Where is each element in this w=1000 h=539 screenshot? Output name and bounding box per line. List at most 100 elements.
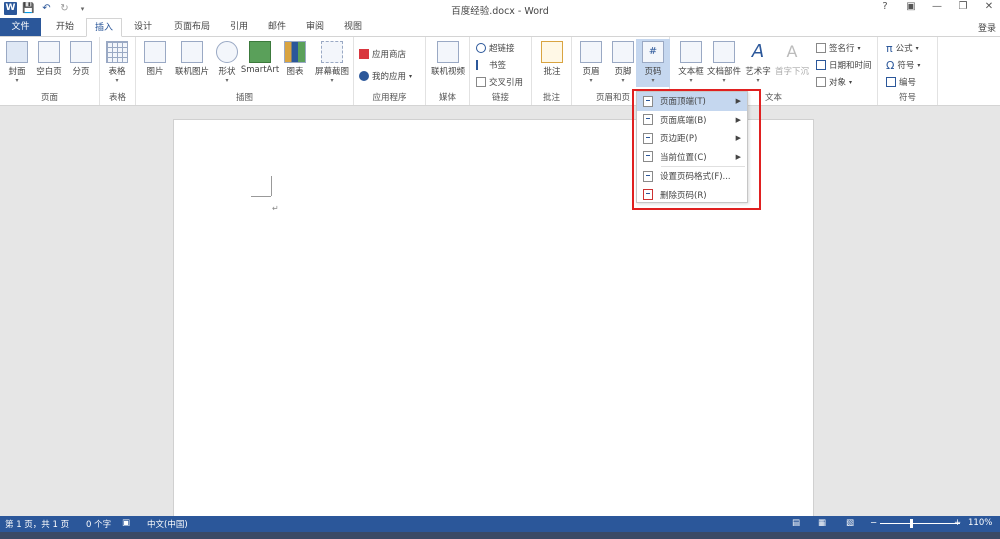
web-layout-icon[interactable]: ▧ [846, 518, 854, 528]
word-count[interactable]: 0 个字 [86, 518, 111, 530]
menu-item-label: 当前位置(C) [660, 152, 707, 163]
comment-button[interactable]: 批注 [535, 41, 569, 77]
smartart-label: SmartArt [240, 65, 280, 75]
menu-item-current-position[interactable]: 当前位置(C) ▶ [637, 148, 747, 167]
restore-icon[interactable]: ❐ [956, 1, 970, 12]
language[interactable]: 中文(中国) [147, 518, 188, 530]
paragraph-mark-icon: ↵ [272, 204, 279, 213]
group-comments: 批注 批注 [532, 37, 572, 105]
online-video-button[interactable]: 联机视频 [428, 41, 468, 77]
wordart-label: 艺术字 [745, 67, 771, 77]
tab-insert[interactable]: 插入 [86, 18, 122, 37]
wordart-icon: A [751, 41, 765, 62]
print-layout-icon[interactable]: ▦ [818, 518, 826, 528]
hyperlink-button[interactable]: 超链接 [476, 42, 515, 54]
date-time-label: 日期和时间 [829, 61, 872, 71]
tab-page-layout[interactable]: 页面布局 [166, 18, 218, 37]
cross-reference-button[interactable]: 交叉引用 [476, 76, 523, 88]
smartart-button[interactable]: SmartArt [240, 41, 280, 75]
group-links-label: 链接 [491, 93, 509, 103]
read-mode-icon[interactable]: ▤ [792, 518, 800, 528]
drop-cap-button[interactable]: A 首字下沉 [772, 41, 812, 77]
text-box-icon [680, 41, 702, 63]
chart-button[interactable]: 图表 [278, 41, 312, 77]
header-button[interactable]: 页眉 ▾ [574, 41, 608, 84]
comment-icon [541, 41, 563, 63]
online-pictures-button[interactable]: 联机图片 [172, 41, 212, 77]
close-icon[interactable]: ✕ [982, 1, 996, 12]
menu-item-label: 页面顶端(T) [660, 97, 706, 108]
zoom-slider-thumb[interactable] [910, 519, 913, 528]
login-link[interactable]: 登录 [978, 21, 996, 34]
header-label: 页眉 [582, 67, 600, 77]
quick-parts-button[interactable]: 文档部件 ▾ [704, 41, 744, 84]
tab-file[interactable]: 文件 [0, 18, 41, 37]
cross-reference-label: 交叉引用 [489, 78, 524, 88]
wordart-button[interactable]: A 艺术字 ▾ [740, 41, 776, 84]
zoom-out-icon[interactable]: − [870, 518, 877, 528]
cover-page-label: 封面 [8, 67, 26, 77]
drop-cap-label: 首字下沉 [774, 67, 809, 77]
menu-item-label: 删除页码(R) [660, 190, 707, 201]
table-button[interactable]: 表格 ▾ [100, 41, 134, 84]
screenshot-button[interactable]: 屏幕截图 ▾ [310, 41, 354, 84]
footer-label: 页脚 [614, 67, 632, 77]
tab-review[interactable]: 审阅 [298, 18, 332, 37]
pi-icon: π [886, 41, 893, 55]
title-bar: W 💾 ↶ ↻ ▾ 百度经验.docx - Word ? ▣ — ❐ ✕ [0, 0, 1000, 18]
date-time-button[interactable]: 日期和时间 [816, 59, 872, 71]
page-break-icon [70, 41, 92, 63]
pictures-label: 图片 [146, 67, 164, 77]
page-count[interactable]: 第 1 页，共 1 页 [5, 518, 69, 530]
help-icon[interactable]: ? [878, 1, 892, 12]
my-apps-label: 我的应用 [372, 72, 407, 82]
equation-label: 公式 [895, 44, 913, 54]
crop-mark-horizontal [251, 196, 271, 197]
zoom-in-icon[interactable]: + [954, 518, 961, 528]
submenu-arrow-icon: ▶ [735, 97, 741, 106]
page-break-button[interactable]: 分页 [64, 41, 98, 77]
menu-item-format-page-numbers[interactable]: 设置页码格式(F)... [637, 167, 747, 186]
tab-references[interactable]: 引用 [222, 18, 256, 37]
menu-item-remove-page-numbers[interactable]: 删除页码(R) [637, 186, 747, 205]
zoom-slider[interactable] [880, 523, 960, 524]
online-pictures-label: 联机图片 [174, 67, 209, 77]
shapes-button[interactable]: 形状 ▾ [210, 41, 244, 84]
group-media: 联机视频 媒体 [426, 37, 470, 105]
tab-home[interactable]: 开始 [48, 18, 82, 37]
proofing-icon[interactable]: ▣ [122, 518, 130, 528]
table-label: 表格 [108, 67, 126, 77]
page-number-icon: # [642, 41, 664, 63]
tab-mailings[interactable]: 邮件 [260, 18, 294, 37]
cover-page-button[interactable]: 封面 ▾ [0, 41, 34, 84]
menu-item-page-margins[interactable]: 页边距(P) ▶ [637, 129, 747, 148]
pictures-button[interactable]: 图片 [138, 41, 172, 77]
tab-design[interactable]: 设计 [126, 18, 160, 37]
my-apps-button[interactable]: 我的应用 ▾ [359, 70, 412, 82]
bookmark-button[interactable]: 书签 [476, 59, 506, 71]
menu-item-top-of-page[interactable]: 页面顶端(T) ▶ [637, 92, 747, 111]
equation-button[interactable]: π 公式 ▾ [886, 41, 919, 55]
minimize-icon[interactable]: — [930, 1, 944, 12]
format-page-number-icon [643, 170, 653, 182]
symbol-button[interactable]: Ω 符号 ▾ [886, 59, 920, 72]
zoom-level[interactable]: 110% [968, 518, 992, 528]
group-symbols: π 公式 ▾ Ω 符号 ▾ 编号 符号 [878, 37, 938, 105]
page-number-button[interactable]: # 页码 ▾ [636, 39, 670, 87]
footer-button[interactable]: 页脚 ▾ [606, 41, 640, 84]
object-button[interactable]: 对象 ▾ [816, 76, 852, 88]
number-button[interactable]: 编号 [886, 76, 916, 88]
blank-page-label: 空白页 [36, 67, 62, 77]
tab-view[interactable]: 视图 [336, 18, 370, 37]
blank-page-icon [38, 41, 60, 63]
group-links: 超链接 书签 交叉引用 链接 [470, 37, 532, 105]
smartart-icon [249, 41, 271, 63]
chart-label: 图表 [286, 67, 304, 77]
ribbon-display-icon[interactable]: ▣ [904, 1, 918, 12]
signature-line-button[interactable]: 签名行 ▾ [816, 42, 861, 54]
page-margin-icon [643, 132, 653, 144]
app-store-button[interactable]: 应用商店 [359, 48, 406, 60]
menu-item-bottom-of-page[interactable]: 页面底端(B) ▶ [637, 111, 747, 130]
group-pages: 封面 ▾ 空白页 分页 页面 [0, 37, 100, 105]
blank-page-button[interactable]: 空白页 [32, 41, 66, 77]
